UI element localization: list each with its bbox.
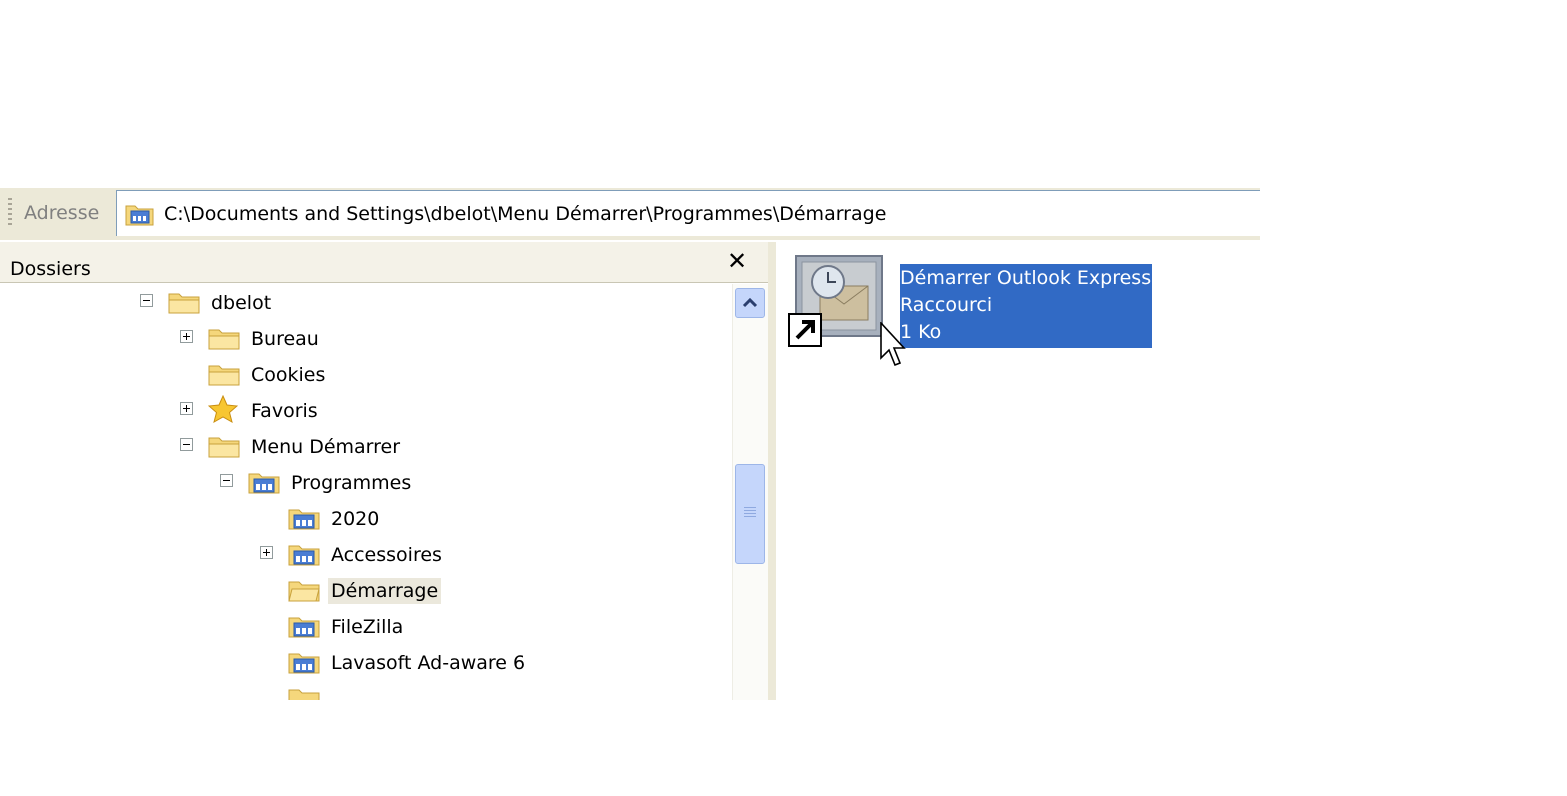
file-size: 1 Ko — [900, 321, 942, 343]
pane-splitter[interactable] — [768, 242, 776, 700]
file-name: Démarrer Outlook Express — [900, 267, 1152, 289]
folder-icon — [208, 437, 240, 458]
tree-item-label: FileZilla — [331, 616, 404, 638]
collapse-toggle[interactable] — [220, 474, 233, 487]
star-icon — [208, 395, 238, 423]
folder-icon — [208, 329, 240, 350]
address-input[interactable]: C:\Documents and Settings\dbelot\Menu Dé… — [116, 190, 1260, 236]
address-label: Adresse — [24, 202, 100, 224]
explorer-window: Adresse C:\Documents and Settings\dbelot… — [0, 188, 1260, 700]
close-pane-button[interactable]: ✕ — [724, 246, 750, 276]
tree-scrollbar[interactable] — [732, 284, 768, 700]
program-folder-icon — [288, 545, 320, 566]
close-icon: ✕ — [726, 247, 748, 275]
address-bar: Adresse C:\Documents and Settings\dbelot… — [0, 188, 1260, 240]
program-folder-icon — [288, 509, 320, 530]
collapse-toggle[interactable] — [140, 294, 153, 307]
folders-pane-title: Dossiers — [10, 258, 91, 280]
tree-item-label: Cookies — [251, 364, 326, 386]
file-info-selected: Démarrer Outlook Express Raccourci 1 Ko — [900, 264, 1153, 348]
file-type: Raccourci — [900, 294, 993, 316]
address-path: C:\Documents and Settings\dbelot\Menu Dé… — [164, 203, 887, 225]
open-folder-icon — [288, 581, 320, 602]
tree-item-label: Menu Démarrer — [251, 436, 401, 458]
folder-tree: dbelot Bureau Cookies Favoris Menu Démar… — [0, 284, 732, 700]
tree-item-label: dbelot — [211, 292, 272, 314]
collapse-toggle[interactable] — [180, 438, 193, 451]
folders-pane-header: Dossiers ✕ — [0, 242, 768, 283]
scroll-thumb[interactable] — [735, 464, 765, 564]
tree-item-label: Programmes — [291, 472, 412, 494]
expand-toggle[interactable] — [180, 402, 193, 415]
file-item-outlook-express[interactable]: Démarrer Outlook Express Raccourci 1 Ko — [788, 254, 1188, 364]
outlook-express-shortcut-icon — [788, 255, 883, 347]
tree-item-label: Accessoires — [331, 544, 442, 566]
tree-item-label: Bureau — [251, 328, 319, 350]
tree-item-label: 2020 — [331, 508, 380, 530]
toolbar-grip[interactable] — [8, 198, 12, 228]
mouse-cursor-icon — [880, 322, 906, 367]
program-folder-icon — [248, 473, 280, 494]
program-folder-icon — [125, 205, 154, 226]
program-folder-icon — [288, 653, 320, 674]
file-list: Démarrer Outlook Express Raccourci 1 Ko — [776, 242, 1260, 700]
program-folder-icon — [288, 689, 320, 700]
expand-toggle[interactable] — [180, 330, 193, 343]
thumb-grip-icon — [744, 507, 756, 517]
chevron-up-icon — [742, 297, 758, 308]
folder-icon — [208, 365, 240, 386]
expand-toggle[interactable] — [260, 546, 273, 559]
folder-icon — [168, 293, 200, 314]
tree-item-label: Lavasoft Ad-aware 6 — [331, 652, 526, 674]
scroll-up-button[interactable] — [735, 288, 765, 318]
program-folder-icon — [288, 617, 320, 638]
tree-item-label-selected: Démarrage — [328, 578, 442, 604]
tree-item-label: Favoris — [251, 400, 318, 422]
